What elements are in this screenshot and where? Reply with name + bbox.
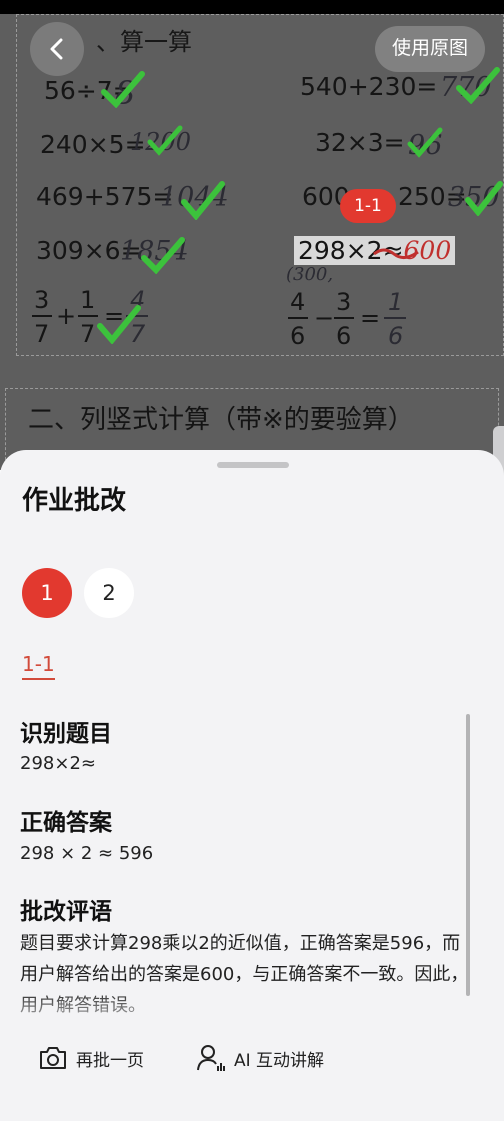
sheet-grabber[interactable] (217, 462, 289, 468)
retry-page-button[interactable]: 再批一页 (38, 1040, 144, 1076)
recognize-value: 298×2≈ (20, 753, 96, 774)
check-mark-icon (97, 305, 141, 344)
q10-op: − (314, 304, 334, 332)
q9-d1: 7 (34, 320, 49, 348)
ai-person-wave-icon (197, 1045, 225, 1071)
ai-explain-label: AI 互动讲解 (234, 1050, 325, 1071)
fraction-question-10: 4 6 − 3 6 = 1 6 (288, 288, 406, 350)
correction-sheet: 作业批改 1 2 1-1 识别题目 298×2≈ 正确答案 298 × 2 ≈ … (0, 450, 504, 1121)
q10-n2: 3 (336, 288, 351, 316)
section-1-title: 、算一算 (96, 28, 192, 56)
q9-op: + (56, 302, 76, 330)
q10-d2: 6 (336, 322, 351, 350)
check-mark-icon (465, 181, 503, 216)
back-button[interactable] (30, 22, 84, 76)
question-2: 540+230= (300, 72, 438, 101)
page-tab-1[interactable]: 1 (22, 568, 72, 618)
error-marker-1-1[interactable]: 1-1 (340, 189, 396, 223)
camera-icon (40, 1047, 66, 1069)
page-tab-2[interactable]: 2 (84, 568, 134, 618)
q9-d2: 7 (80, 320, 95, 348)
status-bar (0, 0, 504, 14)
wrong-mark-icon (373, 248, 419, 259)
check-mark-icon (456, 67, 500, 104)
q10-eq: = (360, 304, 380, 332)
sheet-title: 作业批改 (22, 486, 127, 516)
q10-ans-n: 1 (388, 288, 403, 316)
recognize-heading: 识别题目 (20, 721, 112, 747)
answer-heading: 正确答案 (20, 810, 112, 836)
q10-n1: 4 (290, 288, 305, 316)
answer-value: 298 × 2 ≈ 596 (20, 843, 154, 864)
q10-ans-d: 6 (388, 322, 403, 350)
question-4: 32×3= (315, 128, 405, 157)
scrollbar[interactable] (466, 714, 470, 996)
question-5: 469+575= (36, 182, 174, 211)
q10-d1: 6 (290, 322, 305, 350)
check-mark-icon (147, 125, 183, 156)
working-note: (300, (286, 264, 334, 285)
content-fade (0, 990, 504, 1035)
check-mark-icon (141, 237, 185, 274)
comment-heading: 批改评语 (20, 899, 112, 925)
retry-page-label: 再批一页 (76, 1050, 144, 1071)
q9-n2: 1 (80, 286, 95, 314)
homework-photo: 、算一算 使用原图 56÷7= 8 540+230= 770 240×5= 12… (0, 0, 504, 470)
check-mark-icon (101, 71, 145, 108)
question-tab-1-1[interactable]: 1-1 (22, 652, 55, 680)
back-arrow-icon (50, 38, 63, 60)
section-2-title: 二、列竖式计算（带※的要验算） (28, 405, 414, 435)
check-mark-icon (407, 127, 443, 158)
ai-explain-button[interactable]: AI 互动讲解 (196, 1040, 324, 1076)
check-mark-icon (181, 181, 225, 220)
q9-n1: 3 (34, 286, 49, 314)
